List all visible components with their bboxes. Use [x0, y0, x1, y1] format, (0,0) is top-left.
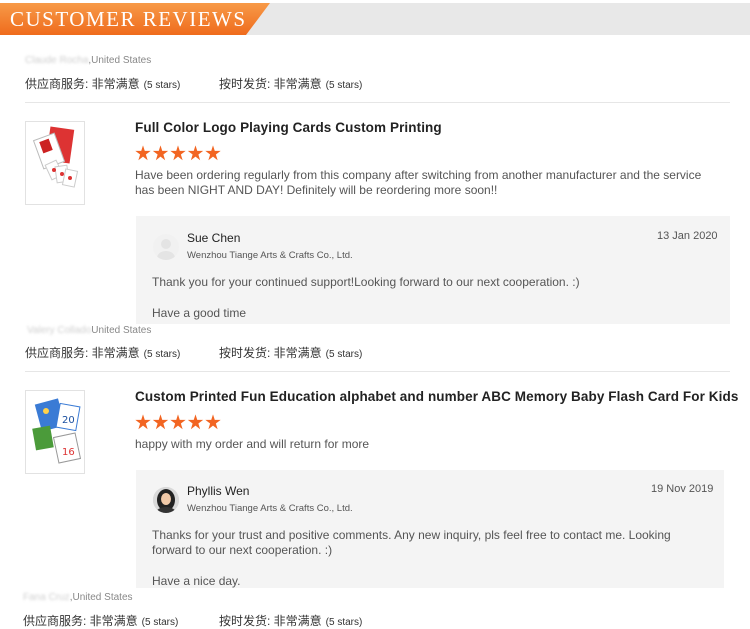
reviewer-info: Claude Rocha,United States	[25, 55, 151, 66]
delivery-stars: (5 stars)	[325, 617, 363, 628]
delivery-stars: (5 stars)	[325, 349, 363, 360]
reviewer-name: Valery Collado	[27, 325, 92, 336]
star-icon	[205, 145, 221, 161]
rating-stars	[135, 414, 223, 435]
reviewer-country: ,United States	[88, 55, 152, 66]
supplier-service-label: 供应商服务: 非常满意	[25, 77, 140, 91]
supplier-service-stars: (5 stars)	[143, 349, 181, 360]
reviewer-country: ,United States	[69, 592, 133, 603]
divider	[25, 102, 730, 103]
star-icon	[187, 414, 204, 430]
product-thumbnail[interactable]	[25, 121, 85, 205]
on-time-delivery-rating: 按时发货: 非常满意 (5 stars)	[219, 344, 362, 361]
divider	[25, 371, 730, 372]
delivery-stars: (5 stars)	[325, 80, 363, 91]
review-text: happy with my order and will return for …	[135, 437, 370, 451]
reply-message: Thank you for your continued support!Loo…	[152, 275, 580, 289]
svg-text:16: 16	[62, 447, 75, 458]
reply-date: 19 Nov 2019	[651, 483, 714, 495]
reply-company: Wenzhou Tiange Arts & Crafts Co., Ltd.	[187, 250, 353, 261]
supplier-service-stars: (5 stars)	[141, 617, 179, 628]
reviewer-info: Fana Cruz,United States	[23, 592, 133, 603]
star-icon	[205, 414, 221, 430]
on-time-delivery-rating: 按时发货: 非常满意 (5 stars)	[219, 612, 362, 629]
reply-author-name: Sue Chen	[187, 231, 241, 245]
delivery-label: 按时发货: 非常满意	[219, 77, 322, 91]
supplier-service-label: 供应商服务: 非常满意	[23, 614, 138, 628]
avatar	[153, 234, 179, 260]
supplier-service-rating: 供应商服务: 非常满意 (5 stars)	[25, 344, 180, 361]
supplier-service-stars: (5 stars)	[143, 80, 181, 91]
avatar	[153, 487, 179, 513]
star-icon	[135, 414, 151, 430]
reviewer-country: United States	[91, 325, 152, 336]
reply-company: Wenzhou Tiange Arts & Crafts Co., Ltd.	[187, 503, 353, 514]
star-icon	[170, 145, 186, 161]
reply-signoff: Have a good time	[152, 306, 247, 320]
star-icon	[170, 414, 186, 430]
product-title-link[interactable]: Full Color Logo Playing Cards Custom Pri…	[135, 120, 442, 135]
star-icon	[152, 145, 169, 161]
review-text: Have been ordering regularly from this c…	[135, 168, 702, 197]
star-icon	[187, 145, 204, 161]
product-title-link[interactable]: Custom Printed Fun Education alphabet an…	[135, 389, 738, 404]
reply-signoff: Have a nice day.	[152, 574, 241, 588]
reply-message: Thanks for your trust and positive comme…	[152, 528, 671, 557]
product-thumbnail[interactable]: 20 16	[25, 390, 85, 474]
section-title: CUSTOMER REVIEWS	[10, 7, 247, 31]
supplier-service-rating: 供应商服务: 非常满意 (5 stars)	[25, 75, 180, 92]
svg-text:20: 20	[62, 415, 75, 426]
delivery-label: 按时发货: 非常满意	[219, 614, 322, 628]
reply-date: 13 Jan 2020	[657, 230, 718, 242]
reviewer-info: Valery ColladoUnited States	[27, 325, 151, 336]
on-time-delivery-rating: 按时发货: 非常满意 (5 stars)	[219, 75, 362, 92]
reviewer-name: Fana Cruz	[23, 592, 70, 603]
reviewer-name: Claude Rocha	[25, 55, 89, 66]
supplier-service-rating: 供应商服务: 非常满意 (5 stars)	[23, 612, 178, 629]
delivery-label: 按时发货: 非常满意	[219, 346, 322, 360]
star-icon	[152, 414, 169, 430]
rating-stars	[135, 145, 223, 166]
reply-author-name: Phyllis Wen	[187, 484, 250, 498]
supplier-service-label: 供应商服务: 非常满意	[25, 346, 140, 360]
star-icon	[135, 145, 151, 161]
